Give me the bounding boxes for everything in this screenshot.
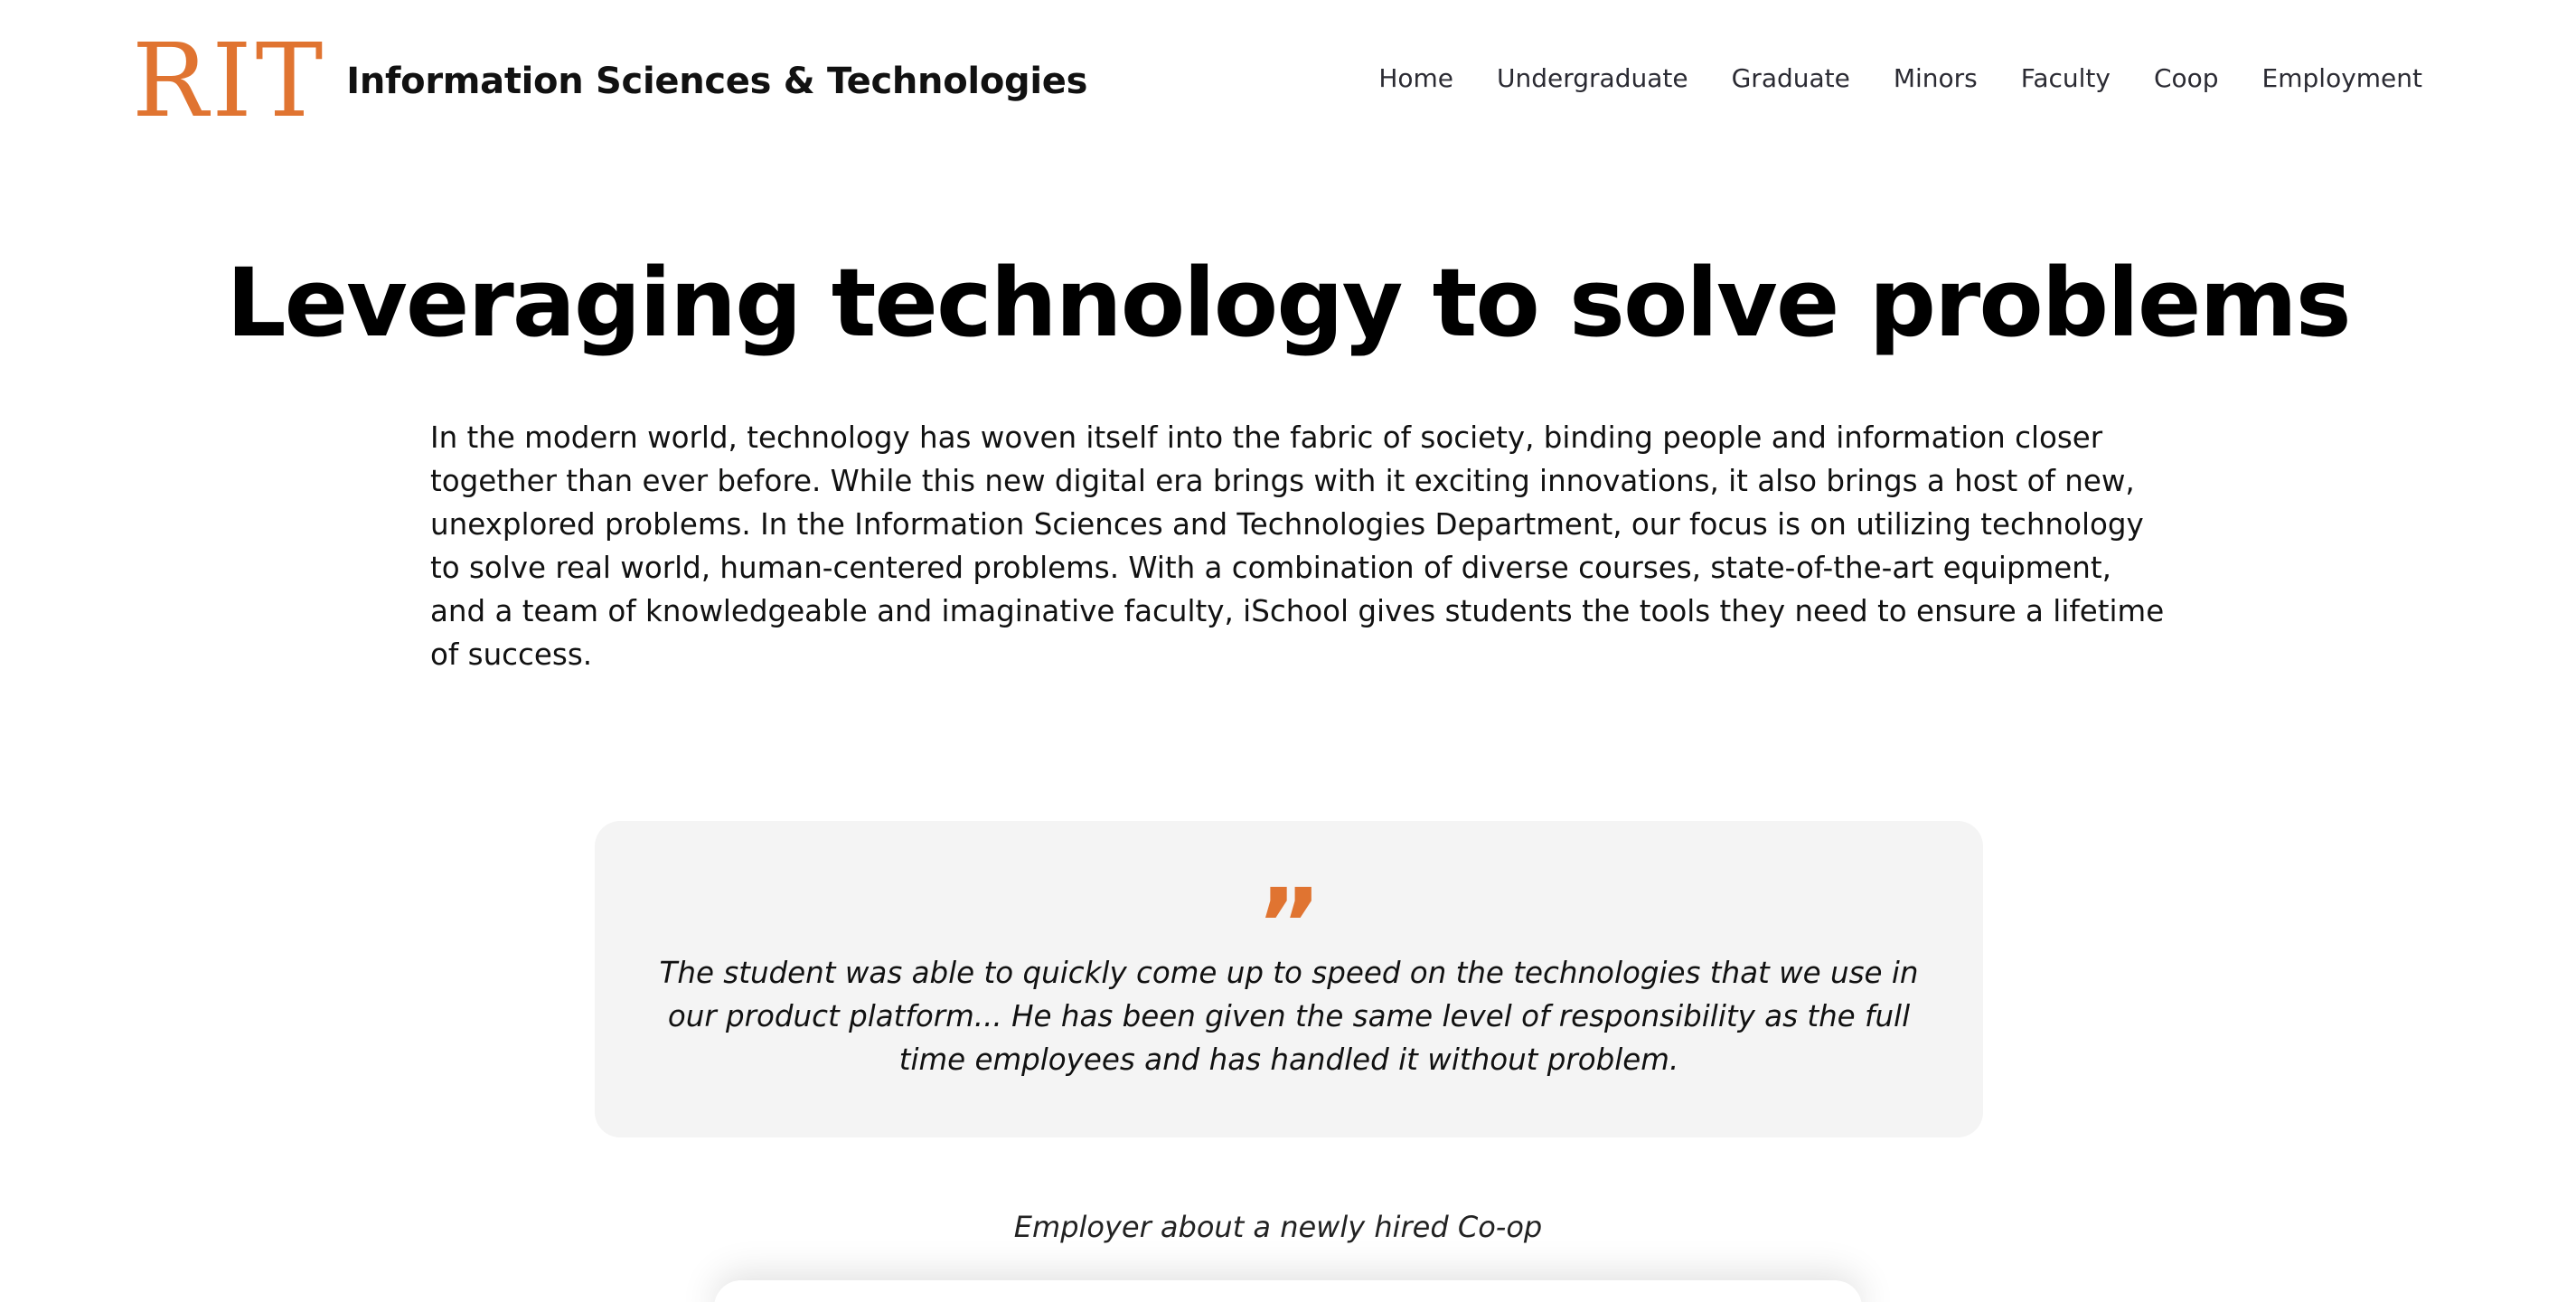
nav-item-faculty[interactable]: Faculty <box>2021 63 2111 93</box>
home-brand-link[interactable]: RIT Information Sciences & Technologies <box>132 31 1087 132</box>
nav-item-home[interactable]: Home <box>1378 63 1453 93</box>
nav-item-graduate[interactable]: Graduate <box>1732 63 1850 93</box>
testimonial-quote: The student was able to quickly come up … <box>659 956 1919 1077</box>
site-title: Information Sciences & Technologies <box>346 61 1088 102</box>
nav-item-undergraduate[interactable]: Undergraduate <box>1497 63 1688 93</box>
site-header: RIT Information Sciences & Technologies … <box>0 0 2576 163</box>
intro-paragraph: In the modern world, technology has wove… <box>430 420 2165 672</box>
testimonial-card: ” The student was able to quickly come u… <box>595 821 1983 1137</box>
testimonial-attribution: Employer about a newly hired Co-op <box>1013 1210 1543 1244</box>
nav-item-minors[interactable]: Minors <box>1894 63 1978 93</box>
quote-icon: ” <box>1255 877 1322 940</box>
next-section-card-edge <box>714 1280 1862 1302</box>
main-nav: Home Undergraduate Graduate Minors Facul… <box>1378 63 2422 93</box>
page-title: Leveraging technology to solve problems <box>226 248 2351 358</box>
nav-item-employment[interactable]: Employment <box>2262 63 2422 93</box>
rit-logo: RIT <box>132 23 327 140</box>
page: RIT Information Sciences & Technologies … <box>0 0 2576 1302</box>
nav-item-coop[interactable]: Coop <box>2154 63 2219 93</box>
